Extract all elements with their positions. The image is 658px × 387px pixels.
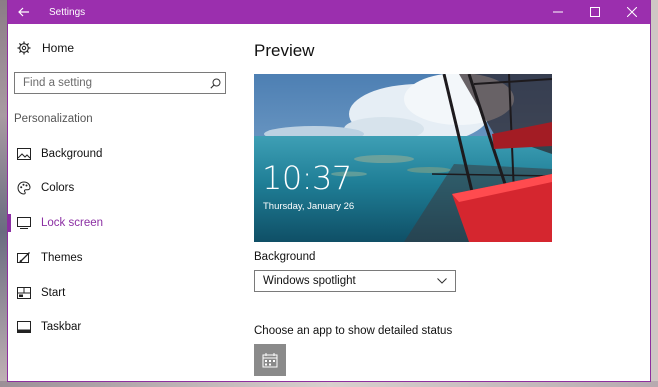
nav-item-label: Background <box>41 148 103 160</box>
active-indicator <box>8 214 11 232</box>
maximize-button[interactable] <box>576 0 613 24</box>
desktop-background-bottom <box>0 381 658 387</box>
background-label: Background <box>254 251 316 263</box>
lock-screen-preview: 10:37 Thursday, January 26 <box>254 74 552 242</box>
back-button[interactable] <box>8 0 40 24</box>
sidebar: Home Personalization Background <box>8 24 240 381</box>
window-title: Settings <box>49 6 86 18</box>
calendar-icon <box>262 353 278 368</box>
picture-icon <box>16 146 32 162</box>
palette-icon <box>16 180 32 196</box>
page-title: Preview <box>254 41 315 60</box>
settings-window: Settings Home Find a setting Personaliza… <box>8 0 650 381</box>
desktop-background-left <box>0 0 8 387</box>
nav-item-label: Taskbar <box>41 321 82 333</box>
nav-item-label: Lock screen <box>41 217 104 229</box>
nav-item-label: Themes <box>41 252 83 264</box>
nav-item-background[interactable]: Background <box>8 142 240 166</box>
detailed-status-label: Choose an app to show detailed status <box>254 325 453 337</box>
nav-item-lock-screen[interactable]: Lock screen <box>8 211 240 235</box>
nav-item-colors[interactable]: Colors <box>8 176 240 200</box>
background-dropdown-value: Windows spotlight <box>263 275 356 287</box>
status-app-button[interactable] <box>254 344 286 376</box>
nav-item-start[interactable]: Start <box>8 281 240 305</box>
main-content: Preview 10:37 Thursday, January 26 Backg… <box>254 24 650 381</box>
brush-icon <box>16 250 32 266</box>
lock-screen-icon <box>16 215 32 231</box>
chevron-down-icon <box>437 278 447 284</box>
taskbar-icon <box>16 319 32 335</box>
window-controls <box>539 0 650 24</box>
gear-icon <box>16 40 32 56</box>
preview-date: Thursday, January 26 <box>263 201 355 212</box>
search-box[interactable] <box>14 72 226 94</box>
section-label: Personalization <box>14 113 93 125</box>
preview-time: 10:37 <box>262 159 352 197</box>
search-icon[interactable] <box>205 78 225 89</box>
start-icon <box>16 285 32 301</box>
title-bar: Settings <box>8 0 650 24</box>
minimize-button[interactable] <box>539 0 576 24</box>
preview-image <box>254 74 552 242</box>
minimize-icon <box>552 11 563 13</box>
maximize-icon <box>589 7 600 17</box>
nav-item-label: Colors <box>41 182 75 194</box>
back-arrow-icon <box>18 7 29 17</box>
search-input[interactable] <box>15 77 205 89</box>
home-nav-item[interactable]: Home <box>16 40 74 56</box>
nav-item-label: Start <box>41 287 66 299</box>
nav-item-themes[interactable]: Themes <box>8 246 240 270</box>
background-dropdown[interactable]: Windows spotlight <box>254 270 456 292</box>
close-icon <box>626 7 637 17</box>
nav-item-taskbar[interactable]: Taskbar <box>8 315 240 339</box>
home-label: Home <box>42 41 75 55</box>
close-button[interactable] <box>613 0 650 24</box>
